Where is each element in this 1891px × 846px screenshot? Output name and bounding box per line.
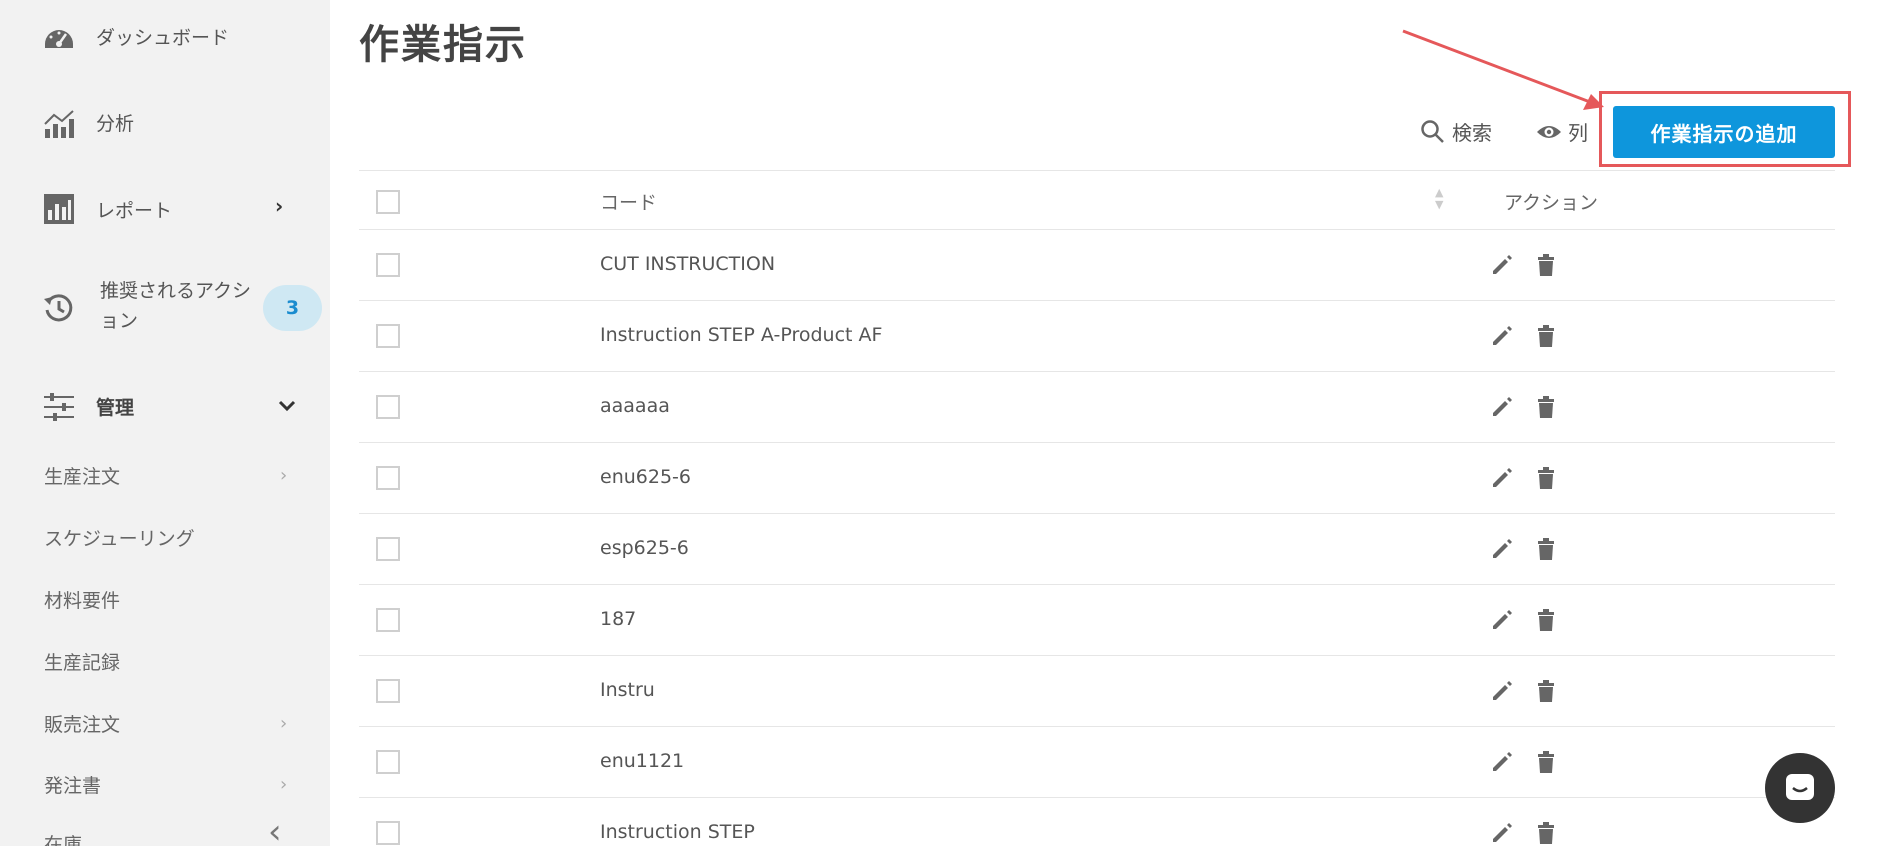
row-code[interactable]: 187 [600, 608, 636, 630]
row-code[interactable]: aaaaaa [600, 395, 670, 417]
row-code[interactable]: Instruction STEP [600, 821, 755, 843]
trash-icon[interactable] [1533, 323, 1559, 349]
row-code[interactable]: Instruction STEP A-Product AF [600, 324, 882, 346]
sidebar-subitem-sales-orders[interactable]: 販売注文 [44, 710, 304, 737]
table-row[interactable]: esp625-6 [359, 514, 1835, 585]
sidebar-subitem-purchase-orders[interactable]: 発注書 [44, 771, 304, 798]
trash-icon[interactable] [1533, 465, 1559, 491]
sidebar-item-label: 管理 [96, 397, 135, 419]
sidebar-subitem-production-records[interactable]: 生産記録 [44, 648, 304, 675]
columns-label: 列 [1568, 121, 1588, 145]
table-row[interactable]: enu625-6 [359, 443, 1835, 514]
sidebar-item-management[interactable]: 管理 [0, 387, 330, 427]
row-checkbox[interactable] [376, 679, 400, 703]
history-icon [44, 294, 73, 322]
sidebar-subitem-production-orders[interactable]: 生産注文 [44, 462, 304, 489]
chevron-right-icon: › [280, 774, 288, 795]
sidebar-subitem-label: 在庫 [44, 834, 83, 846]
edit-icon[interactable] [1489, 465, 1515, 491]
chevron-down-icon [278, 400, 296, 412]
edit-icon[interactable] [1489, 607, 1515, 633]
table-row[interactable]: CUT INSTRUCTION [359, 230, 1835, 301]
notification-badge: 3 [263, 285, 322, 331]
trash-icon[interactable] [1533, 607, 1559, 633]
sidebar-subitem-material-requirements[interactable]: 材料要件 [44, 586, 304, 613]
sidebar-item-label: 推奨されるアクション [100, 280, 252, 332]
trash-icon[interactable] [1533, 252, 1559, 278]
row-checkbox[interactable] [376, 821, 400, 845]
sidebar-item-label: 分析 [96, 113, 135, 135]
row-code[interactable]: Instru [600, 679, 655, 701]
sidebar-item-label: レポート [96, 200, 173, 222]
edit-icon[interactable] [1489, 323, 1515, 349]
row-code[interactable]: enu1121 [600, 750, 684, 772]
trash-icon[interactable] [1533, 820, 1559, 846]
edit-icon[interactable] [1489, 536, 1515, 562]
report-chart-icon [44, 194, 74, 224]
add-work-instruction-button[interactable]: 作業指示の追加 [1613, 106, 1835, 158]
search-icon [1421, 119, 1444, 143]
row-checkbox[interactable] [376, 395, 400, 419]
sidebar-item-dashboard[interactable]: ダッシュボード [0, 17, 330, 57]
sidebar: ダッシュボード 分析 レポート › 推奨されるアクション 3 管理 生産注文 ›… [0, 0, 330, 846]
chevron-right-icon: › [280, 713, 288, 734]
sidebar-subitem-label: 生産記録 [44, 652, 121, 674]
table-row[interactable]: Instru [359, 656, 1835, 727]
row-code[interactable]: CUT INSTRUCTION [600, 253, 775, 275]
row-checkbox[interactable] [376, 537, 400, 561]
trash-icon[interactable] [1533, 536, 1559, 562]
row-checkbox[interactable] [376, 324, 400, 348]
chevron-right-icon: › [275, 194, 284, 218]
table-row[interactable]: 187 [359, 585, 1835, 656]
table-row[interactable]: Instruction STEP A-Product AF [359, 301, 1835, 372]
trash-icon[interactable] [1533, 394, 1559, 420]
row-checkbox[interactable] [376, 750, 400, 774]
row-code[interactable]: esp625-6 [600, 537, 689, 559]
edit-icon[interactable] [1489, 749, 1515, 775]
analytics-chart-icon [44, 110, 74, 138]
chat-icon [1786, 774, 1814, 800]
chat-launcher-button[interactable] [1765, 753, 1835, 823]
select-all-checkbox[interactable] [376, 190, 400, 214]
table-row[interactable]: aaaaaa [359, 372, 1835, 443]
columns-button[interactable]: 列 [1536, 117, 1588, 146]
search-button[interactable]: 検索 [1420, 117, 1492, 146]
row-checkbox[interactable] [376, 253, 400, 277]
sort-icon[interactable]: ▲ ▼ [1435, 187, 1443, 211]
column-header-code[interactable]: コード [600, 188, 657, 215]
sidebar-subitem-label: 販売注文 [44, 714, 121, 736]
table-row[interactable]: Instruction STEP [359, 798, 1835, 846]
speedometer-icon [45, 30, 73, 48]
sidebar-subitem-label: 発注書 [44, 775, 102, 797]
trash-icon[interactable] [1533, 749, 1559, 775]
column-header-actions: アクション [1504, 192, 1599, 214]
sliders-icon [44, 393, 74, 421]
sidebar-subitem-label: 生産注文 [44, 466, 121, 488]
page-title: 作業指示 [359, 22, 527, 68]
row-checkbox[interactable] [376, 608, 400, 632]
edit-icon[interactable] [1489, 820, 1515, 846]
sidebar-item-analytics[interactable]: 分析 [0, 103, 330, 143]
trash-icon[interactable] [1533, 678, 1559, 704]
sidebar-item-reports[interactable]: レポート › [0, 190, 330, 230]
sidebar-subitem-label: スケジューリング [44, 528, 195, 550]
edit-icon[interactable] [1489, 252, 1515, 278]
sidebar-subitem-scheduling[interactable]: スケジューリング [44, 524, 304, 551]
table-row[interactable]: enu1121 [359, 727, 1835, 798]
sidebar-subitem-label: 材料要件 [44, 590, 121, 612]
sidebar-item-label: ダッシュボード [96, 27, 230, 49]
chevron-right-icon: › [280, 465, 288, 486]
table-header: コード ▲ ▼ アクション [359, 170, 1835, 230]
row-code[interactable]: enu625-6 [600, 466, 691, 488]
sidebar-subitem-inventory[interactable]: 在庫 [44, 830, 304, 846]
collapse-sidebar-button[interactable]: ‹ [268, 812, 282, 846]
row-checkbox[interactable] [376, 466, 400, 490]
search-label: 検索 [1452, 121, 1492, 145]
sidebar-item-recommended-actions[interactable]: 推奨されるアクション 3 [0, 276, 330, 340]
edit-icon[interactable] [1489, 394, 1515, 420]
edit-icon[interactable] [1489, 678, 1515, 704]
eye-icon [1537, 125, 1561, 138]
